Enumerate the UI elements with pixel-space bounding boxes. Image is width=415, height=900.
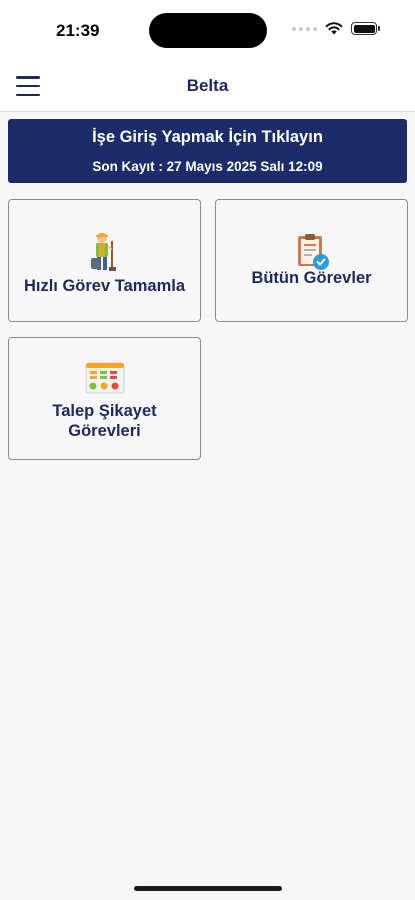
page-title: Belta [186, 76, 229, 95]
wifi-icon [325, 22, 343, 35]
status-time: 21:39 [56, 21, 100, 40]
request-complaint-label-line1: Talep Şikayet [52, 402, 157, 420]
feedback-icon [85, 362, 124, 394]
all-tasks-label: Bütün Görevler [251, 269, 372, 287]
all-tasks-card[interactable]: Bütün Görevler [215, 199, 408, 322]
status-icons [292, 22, 380, 35]
battery-icon [351, 22, 380, 35]
home-indicator [134, 886, 282, 891]
request-complaint-label-line2: Görevleri [68, 422, 141, 440]
checkin-button[interactable]: İşe Giriş Yapmak İçin Tıklayın Son Kayıt… [8, 119, 407, 183]
dynamic-island [149, 13, 267, 48]
nav-bar: Belta [0, 62, 415, 112]
request-complaint-card[interactable]: Talep Şikayet Görevleri [8, 337, 201, 460]
checkin-title: İşe Giriş Yapmak İçin Tıklayın [92, 128, 323, 146]
status-bar: 21:39 [0, 0, 415, 62]
last-record-text: Son Kayıt : 27 Mayıs 2025 Salı 12:09 [92, 159, 323, 174]
worker-icon [90, 233, 116, 271]
quick-task-label: Hızlı Görev Tamamla [23, 277, 186, 295]
quick-task-card[interactable]: Hızlı Görev Tamamla [8, 199, 201, 322]
cellular-signal-icon [292, 26, 317, 31]
clipboard-check-icon [297, 234, 329, 270]
